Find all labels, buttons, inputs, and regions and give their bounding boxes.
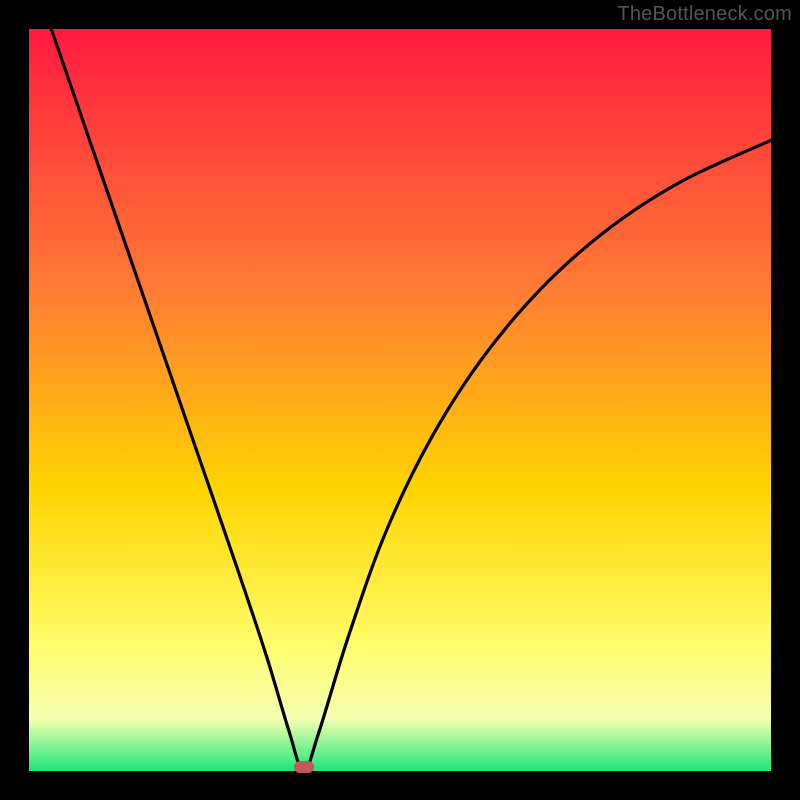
gradient-background (29, 29, 771, 771)
watermark-text: TheBottleneck.com (617, 3, 792, 26)
chart-svg (29, 29, 771, 771)
chart-panel (29, 29, 771, 771)
optimum-marker (294, 761, 314, 773)
